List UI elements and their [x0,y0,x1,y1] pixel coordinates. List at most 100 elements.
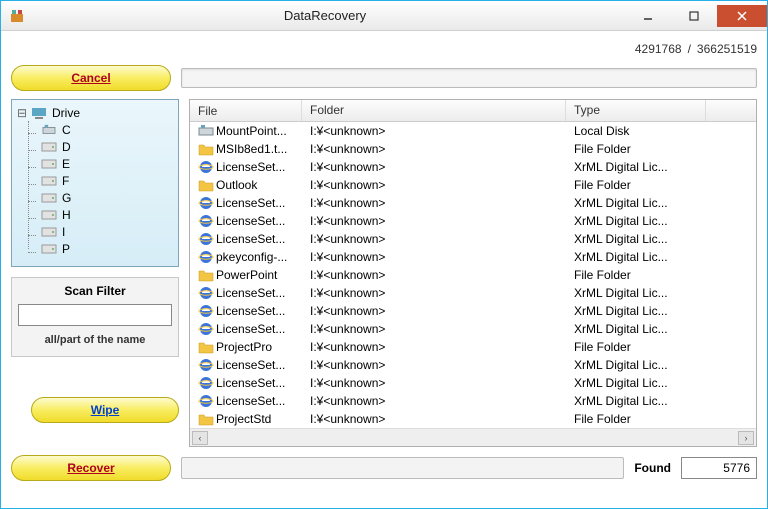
minimize-button[interactable] [625,5,671,27]
ie-icon [198,232,214,246]
computer-icon [31,107,47,119]
close-button[interactable] [717,5,767,27]
window-title: DataRecovery [25,8,625,23]
drive-icon [41,124,57,136]
folder-icon [198,412,214,426]
file-type: File Folder [566,340,706,354]
file-name: MountPoint... [216,124,287,138]
scroll-left-icon[interactable]: ‹ [192,431,208,445]
file-name: LicenseSet... [216,286,285,300]
ie-icon [198,250,214,264]
file-name: LicenseSet... [216,196,285,210]
file-name: MSIb8ed1.t... [216,142,287,156]
file-name: Outlook [216,178,257,192]
table-row[interactable]: LicenseSet...I:¥<unknown>XrML Digital Li… [190,320,756,338]
file-type: File Folder [566,412,706,426]
status-bar [181,457,624,479]
file-list[interactable]: File Folder Type MountPoint... I:¥<unknow… [189,99,757,447]
drive-icon [41,209,57,221]
folder-path: I:¥<unknown> [302,214,566,228]
ie-icon [198,322,214,336]
folder-path: I:¥<unknown> [302,340,566,354]
file-type: XrML Digital Lic... [566,394,706,408]
local-icon [198,124,214,138]
table-row[interactable]: LicenseSet... I:¥<unknown>XrML Digital Li… [190,230,756,248]
drive-icon [41,243,57,255]
file-name: LicenseSet... [216,232,285,246]
file-type: Local Disk [566,124,706,138]
tree-drive-item[interactable]: P [38,240,174,257]
column-folder[interactable]: Folder [302,100,566,121]
file-name: LicenseSet... [216,394,285,408]
folder-path: I:¥<unknown> [302,196,566,210]
tree-root[interactable]: ⊟ Drive [16,104,174,121]
tree-drive-item[interactable]: E [38,155,174,172]
file-name: LicenseSet... [216,358,285,372]
file-type: XrML Digital Lic... [566,304,706,318]
folder-path: I:¥<unknown> [302,412,566,426]
file-type: XrML Digital Lic... [566,250,706,264]
ie-icon [198,214,214,228]
table-row[interactable]: MSIb8ed1.t... I:¥<unknown>File Folder [190,140,756,158]
drive-icon [41,192,57,204]
table-row[interactable]: LicenseSet... I:¥<unknown>XrML Digital Li… [190,392,756,410]
file-type: File Folder [566,142,706,156]
folder-icon [198,340,214,354]
folder-path: I:¥<unknown> [302,250,566,264]
collapse-icon[interactable]: ⊟ [16,106,28,120]
table-row[interactable]: LicenseSet... I:¥<unknown>XrML Digital Li… [190,284,756,302]
list-body[interactable]: MountPoint...I:¥<unknown>Local DiskMSIb8… [190,122,756,428]
progress-bar [181,68,757,88]
tree-drive-item[interactable]: G [38,189,174,206]
table-row[interactable]: MountPoint... I:¥<unknown>Local Disk [190,122,756,140]
recover-button[interactable]: Recover [11,455,171,481]
table-row[interactable]: ProjectStdI:¥<unknown>File Folder [190,410,756,428]
maximize-button[interactable] [671,5,717,27]
horizontal-scrollbar[interactable]: ‹ › [190,428,756,446]
file-type: XrML Digital Lic... [566,232,706,246]
column-file[interactable]: File [190,100,302,121]
table-row[interactable]: LicenseSet...I:¥<unknown>XrML Digital Li… [190,302,756,320]
scan-filter-label: Scan Filter [18,284,172,298]
table-row[interactable]: OutlookI:¥<unknown>File Folder [190,176,756,194]
drive-icon [41,226,57,238]
file-type: XrML Digital Lic... [566,160,706,174]
cancel-button[interactable]: Cancel [11,65,171,91]
table-row[interactable]: LicenseSet...I:¥<unknown>XrML Digital Li… [190,356,756,374]
file-type: XrML Digital Lic... [566,322,706,336]
ie-icon [198,286,214,300]
table-row[interactable]: LicenseSet...I:¥<unknown>XrML Digital Li… [190,194,756,212]
scan-filter-input[interactable] [18,304,172,326]
wipe-button[interactable]: Wipe [31,397,179,423]
column-type[interactable]: Type [566,100,706,121]
drive-tree[interactable]: ⊟ Drive CDEFGHIP [11,99,179,267]
tree-drive-item[interactable]: H [38,206,174,223]
found-count: 5776 [681,457,757,479]
table-row[interactable]: LicenseSet...I:¥<unknown>XrML Digital Li… [190,212,756,230]
file-type: XrML Digital Lic... [566,214,706,228]
app-icon [9,8,25,24]
folder-path: I:¥<unknown> [302,124,566,138]
scroll-right-icon[interactable]: › [738,431,754,445]
tree-drive-item[interactable]: I [38,223,174,240]
tree-drive-item[interactable]: C [38,121,174,138]
file-type: XrML Digital Lic... [566,286,706,300]
table-row[interactable]: ProjectProI:¥<unknown>File Folder [190,338,756,356]
drive-icon [41,141,57,153]
folder-path: I:¥<unknown> [302,232,566,246]
folder-path: I:¥<unknown> [302,142,566,156]
scan-filter-panel: Scan Filter all/part of the name [11,277,179,357]
tree-drive-item[interactable]: D [38,138,174,155]
table-row[interactable]: LicenseSet...I:¥<unknown>XrML Digital Li… [190,374,756,392]
table-row[interactable]: LicenseSet...I:¥<unknown>XrML Digital Li… [190,158,756,176]
folder-path: I:¥<unknown> [302,286,566,300]
counter-current: 4291768 [635,42,682,56]
folder-path: I:¥<unknown> [302,376,566,390]
table-row[interactable]: pkeyconfig-...I:¥<unknown>XrML Digital L… [190,248,756,266]
tree-drive-item[interactable]: F [38,172,174,189]
ie-icon [198,394,214,408]
folder-path: I:¥<unknown> [302,394,566,408]
drive-icon [41,158,57,170]
folder-path: I:¥<unknown> [302,304,566,318]
table-row[interactable]: PowerPointI:¥<unknown>File Folder [190,266,756,284]
